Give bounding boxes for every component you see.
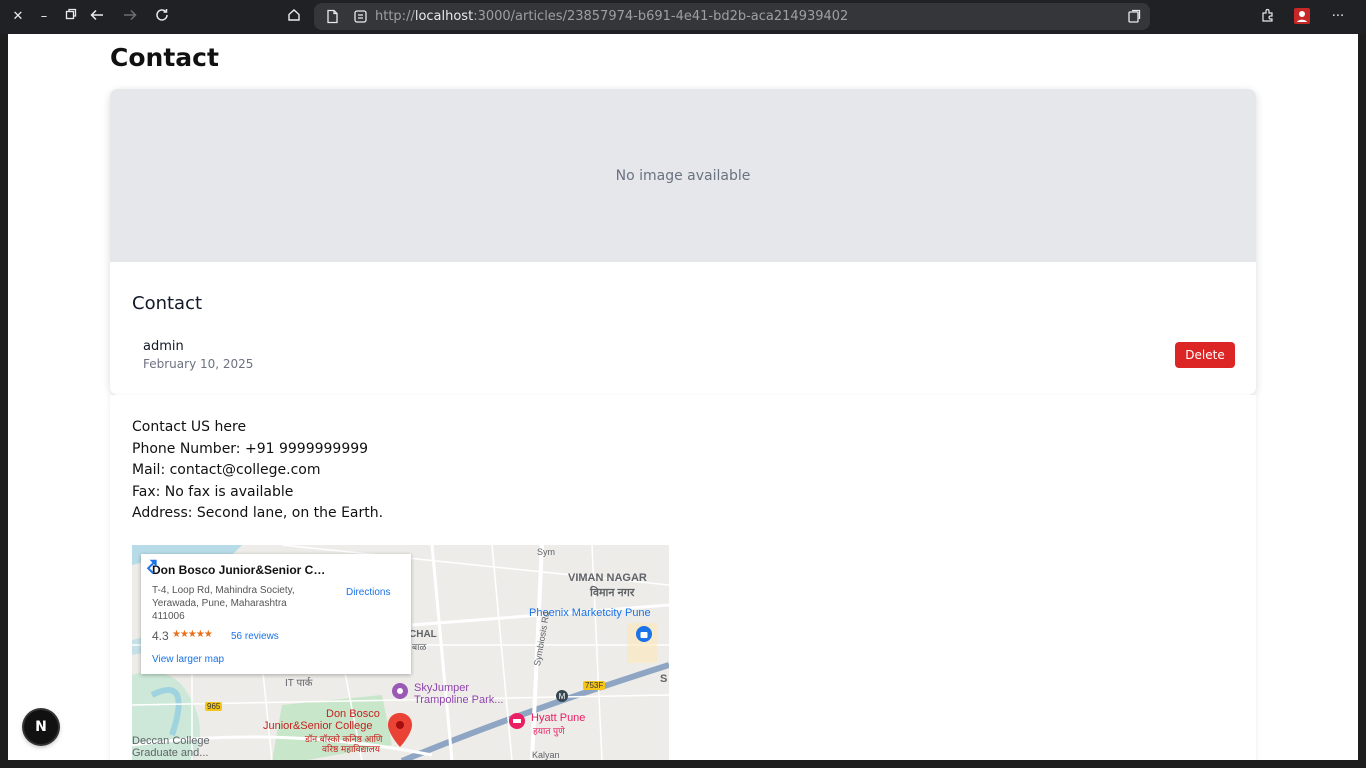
image-placeholder-text: No image available [615, 167, 751, 184]
map-label-skyjumper-2: Trampoline Park... [414, 694, 504, 706]
place-name: Don Bosco Junior&Senior Coll... [152, 563, 332, 577]
minimize-window-icon[interactable]: – [35, 8, 53, 26]
content-lines: Contact US here Phone Number: +91 999999… [132, 417, 383, 525]
reader-view-icon[interactable] [1126, 8, 1143, 25]
restore-window-icon[interactable] [62, 8, 80, 26]
nextjs-dev-indicator[interactable]: N [24, 710, 58, 744]
close-window-icon[interactable]: ✕ [9, 8, 27, 26]
place-address: T-4, Loop Rd, Mahindra Society, Yerawada… [152, 585, 295, 622]
map-info-card: Don Bosco Junior&Senior Coll... T-4, Loo… [141, 554, 411, 674]
rating-stars-icon: ★★★★★ [172, 629, 213, 640]
content-line: Address: Second lane, on the Earth. [132, 505, 384, 521]
content-line: Mail: contact@college.com [132, 462, 321, 478]
reload-icon[interactable] [153, 8, 171, 26]
page-title: Contact [110, 43, 219, 72]
directions-icon[interactable] [141, 554, 161, 574]
content-line: Contact US here [132, 419, 247, 435]
content-line: Fax: No fax is available [132, 483, 294, 500]
page-viewport: Contact No image available Contact admin… [8, 34, 1358, 760]
map-label-don-bosco-1: Don Bosco [326, 708, 380, 720]
map-label-hyatt-hi: हयात पुणे [533, 726, 565, 736]
back-icon[interactable] [88, 8, 106, 26]
map-label-s-edge: S [660, 673, 668, 685]
map-label-chal-hi: बाळ [412, 642, 427, 652]
delete-button[interactable]: Delete [1175, 342, 1235, 368]
article-author: admin [143, 339, 184, 354]
image-placeholder: No image available [110, 89, 1256, 262]
address-bar[interactable]: http://localhost:3000/articles/23857974-… [314, 3, 1150, 30]
map-label-hyatt: Hyatt Pune [531, 712, 586, 724]
site-settings-icon[interactable] [352, 8, 369, 25]
map-label-don-bosco-2: Junior&Senior College [263, 720, 373, 732]
browser-toolbar: ✕ – http://localhost:3000/articles/23857… [0, 0, 1366, 34]
map-label-deccan-1: Deccan College [132, 735, 210, 747]
embedded-map[interactable]: VIMAN NAGAR विमान नगर Sym Phoenix Market… [132, 545, 669, 760]
hotel-pin-icon[interactable] [508, 712, 526, 730]
map-label-viman-nagar-hi: विमान नगर [590, 587, 635, 599]
article-card: No image available Contact admin Februar… [110, 89, 1256, 395]
more-menu-icon[interactable]: ··· [1329, 8, 1347, 26]
extensions-icon[interactable] [1258, 8, 1276, 26]
location-pin-icon[interactable] [388, 713, 412, 747]
url-text[interactable]: http://localhost:3000/articles/23857974-… [375, 3, 848, 30]
metro-station-icon[interactable]: M [555, 689, 569, 703]
article-title: Contact [132, 293, 203, 314]
map-label-deccan-2: Graduate and... [132, 747, 209, 759]
attraction-pin-icon[interactable] [391, 682, 409, 700]
shopping-pin-icon[interactable] [635, 625, 653, 643]
article-content: Contact US here Phone Number: +91 999999… [110, 395, 1256, 760]
page-info-icon[interactable] [324, 8, 341, 25]
home-icon[interactable] [285, 8, 303, 26]
directions-link[interactable]: Directions [346, 587, 390, 598]
place-rating: 4.3 [152, 629, 169, 643]
map-label-chal: CHAL [409, 629, 437, 640]
content-line: Phone Number: +91 9999999999 [132, 440, 369, 457]
article-date: February 10, 2025 [143, 357, 254, 371]
map-label-road-753f: 753F [583, 681, 606, 690]
reviews-link[interactable]: 56 reviews [231, 631, 279, 642]
map-label-kalyani: Kalyan [532, 750, 560, 760]
svg-text:M: M [559, 692, 566, 701]
profile-avatar-icon[interactable] [1293, 8, 1311, 26]
map-label-skyjumper-1: SkyJumper [414, 682, 470, 694]
map-label-viman-nagar: VIMAN NAGAR [568, 572, 647, 584]
map-label-sym: Sym [537, 547, 555, 557]
map-label-it-park: IT पार्क [285, 678, 313, 689]
view-larger-map-link[interactable]: View larger map [152, 654, 224, 665]
forward-icon[interactable] [121, 8, 139, 26]
map-label-road-965: 965 [205, 702, 223, 711]
map-label-don-bosco-4: वरिष्ठ महाविद्यालय [322, 744, 380, 754]
